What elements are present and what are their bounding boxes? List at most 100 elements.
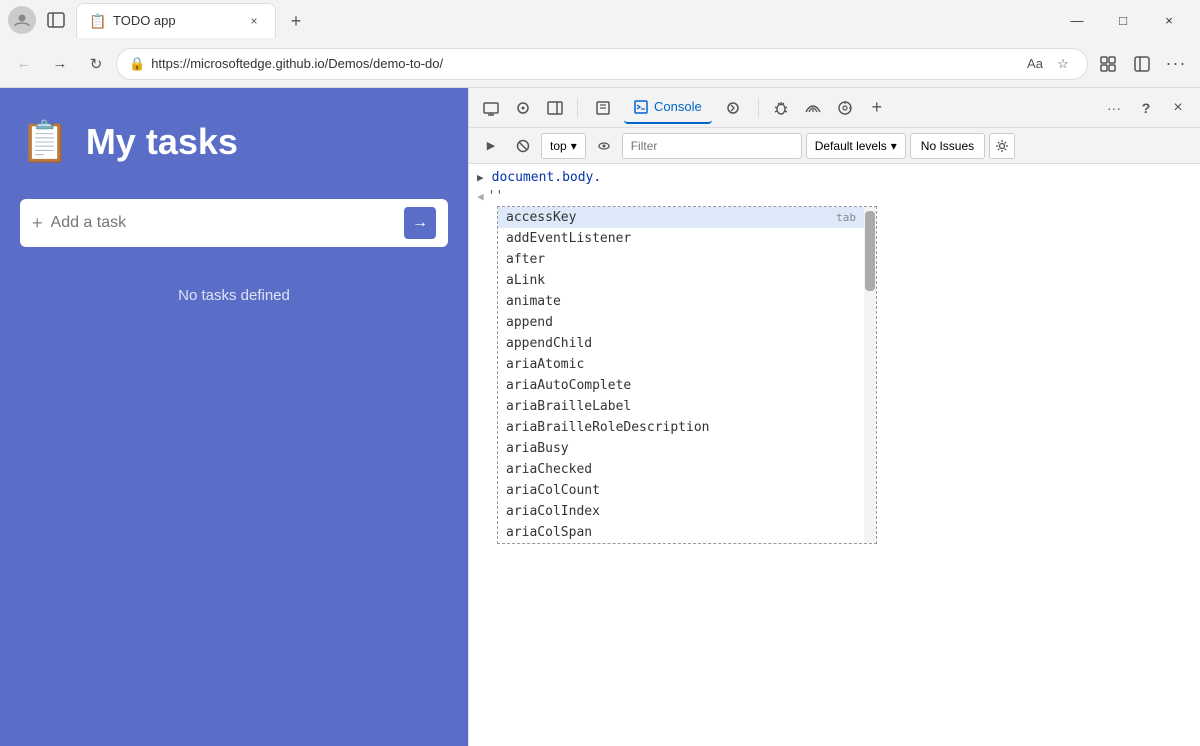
devtools-bug-button[interactable]: [767, 94, 795, 122]
window-controls: — □ ×: [1054, 0, 1192, 40]
autocomplete-item[interactable]: append: [498, 312, 864, 333]
favorites-icon[interactable]: ☆: [1051, 52, 1075, 76]
main-area: 📋 My tasks + → No tasks defined: [0, 88, 1200, 746]
console-context-label: top: [550, 139, 567, 153]
autocomplete-item[interactable]: ariaBrailleRoleDescription: [498, 417, 864, 438]
maximize-button[interactable]: □: [1100, 0, 1146, 40]
tab-elements[interactable]: [586, 92, 620, 124]
tab-favicon: 📋: [89, 13, 105, 29]
address-bar-icons: Aa ☆: [1023, 52, 1075, 76]
console-tab-label: Console: [654, 99, 702, 114]
task-input[interactable]: [51, 214, 396, 232]
autocomplete-item-text: appendChild: [506, 336, 592, 351]
console-back-arrow[interactable]: ◀: [477, 190, 484, 203]
task-input-container: + →: [20, 199, 448, 247]
autocomplete-item[interactable]: ariaBrailleLabel: [498, 396, 864, 417]
minimize-button[interactable]: —: [1054, 0, 1100, 40]
tab-close-button[interactable]: ×: [245, 12, 263, 30]
app-icon: 📋: [20, 118, 70, 165]
devtools-more-button[interactable]: ···: [1100, 94, 1128, 122]
lock-icon: 🔒: [129, 56, 145, 72]
console-filter-input[interactable]: [622, 133, 802, 159]
autocomplete-item[interactable]: ariaAtomic: [498, 354, 864, 375]
no-tasks-text: No tasks defined: [20, 287, 448, 304]
autocomplete-item[interactable]: accessKeytab: [498, 207, 864, 228]
toolbar-separator-1: [577, 98, 578, 118]
autocomplete-item[interactable]: animate: [498, 291, 864, 312]
autocomplete-item[interactable]: ariaColSpan: [498, 522, 864, 543]
console-toolbar: ▶ top ▾ Default levels ▾ No Issues: [469, 128, 1200, 164]
console-settings-button[interactable]: [989, 133, 1015, 159]
active-tab[interactable]: 📋 TODO app ×: [76, 3, 276, 38]
autocomplete-scrollbar[interactable]: [864, 207, 876, 543]
autocomplete-item[interactable]: ariaColIndex: [498, 501, 864, 522]
devtools-area: Console + ··· ?: [468, 88, 1200, 746]
back-button[interactable]: ←: [8, 48, 40, 80]
autocomplete-item[interactable]: ariaChecked: [498, 459, 864, 480]
autocomplete-item[interactable]: ariaBusy: [498, 438, 864, 459]
app-area: 📋 My tasks + → No tasks defined: [0, 88, 468, 746]
autocomplete-item[interactable]: aLink: [498, 270, 864, 291]
close-button[interactable]: ×: [1146, 0, 1192, 40]
navbar-right-controls: ···: [1092, 48, 1192, 80]
devtools-sidebar-button[interactable]: [541, 94, 569, 122]
autocomplete-item-text: accessKey: [506, 210, 576, 225]
profile-button[interactable]: [1126, 48, 1158, 80]
autocomplete-item[interactable]: addEventListener: [498, 228, 864, 249]
app-title: My tasks: [86, 121, 238, 163]
devtools-toolbar-right: ··· ? ×: [1100, 94, 1192, 122]
new-tab-button[interactable]: +: [280, 6, 312, 38]
devtools-add-button[interactable]: +: [863, 94, 891, 122]
console-expression: document.body.: [492, 170, 602, 185]
plus-icon: +: [32, 213, 43, 234]
autocomplete-item[interactable]: appendChild: [498, 333, 864, 354]
autocomplete-item[interactable]: after: [498, 249, 864, 270]
sidebar-toggle-button[interactable]: [44, 8, 68, 32]
tab-sources[interactable]: [716, 92, 750, 124]
console-eye-button[interactable]: [590, 132, 618, 160]
console-line-2: ◀ '': [477, 187, 1192, 206]
read-aloud-icon[interactable]: Aa: [1023, 52, 1047, 76]
console-content: ▶ document.body. ◀ '' accessKeytab addEve…: [469, 164, 1200, 746]
autocomplete-item-text: ariaColIndex: [506, 504, 600, 519]
console-clear-button[interactable]: [509, 132, 537, 160]
collections-button[interactable]: [1092, 48, 1124, 80]
autocomplete-item-text: ariaChecked: [506, 462, 592, 477]
devtools-performance-button[interactable]: [831, 94, 859, 122]
console-levels-label: Default levels: [815, 139, 887, 153]
app-header: 📋 My tasks: [20, 108, 448, 175]
add-task-button[interactable]: →: [404, 207, 436, 239]
console-context-dropdown[interactable]: top ▾: [541, 133, 586, 159]
tabs-area: 📋 TODO app × +: [76, 3, 1046, 38]
title-bar: 📋 TODO app × + — □ ×: [0, 0, 1200, 40]
url-text: https://microsoftedge.github.io/Demos/de…: [151, 56, 1017, 71]
autocomplete-item[interactable]: ariaAutoComplete: [498, 375, 864, 396]
console-levels-dropdown[interactable]: Default levels ▾: [806, 133, 906, 159]
devtools-inspect-button[interactable]: [509, 94, 537, 122]
profile-avatar[interactable]: [8, 6, 36, 34]
tab-title: TODO app: [113, 13, 237, 28]
autocomplete-item-text: ariaBusy: [506, 441, 569, 456]
more-button[interactable]: ···: [1160, 48, 1192, 80]
devtools-close-button[interactable]: ×: [1164, 94, 1192, 122]
autocomplete-item-text: ariaColSpan: [506, 525, 592, 540]
console-forward-button[interactable]: ▶: [477, 132, 505, 160]
address-bar[interactable]: 🔒 https://microsoftedge.github.io/Demos/…: [116, 48, 1088, 80]
autocomplete-item-text: animate: [506, 294, 561, 309]
autocomplete-item-text: addEventListener: [506, 231, 631, 246]
tab-console[interactable]: Console: [624, 92, 712, 124]
devtools-responsive-button[interactable]: [477, 94, 505, 122]
autocomplete-scrollbar-thumb[interactable]: [865, 211, 875, 291]
console-expand-arrow[interactable]: ▶: [477, 171, 484, 184]
console-cursor-text: '': [488, 189, 504, 204]
autocomplete-item-text: ariaColCount: [506, 483, 600, 498]
autocomplete-item[interactable]: ariaColCount: [498, 480, 864, 501]
refresh-button[interactable]: ↻: [80, 48, 112, 80]
devtools-main-toolbar: Console + ··· ?: [469, 88, 1200, 128]
devtools-network-button[interactable]: [799, 94, 827, 122]
autocomplete-list: accessKeytab addEventListener afteraLink an…: [498, 207, 864, 543]
forward-button[interactable]: →: [44, 48, 76, 80]
autocomplete-item-text: append: [506, 315, 553, 330]
console-levels-arrow: ▾: [891, 139, 897, 153]
devtools-help-button[interactable]: ?: [1132, 94, 1160, 122]
